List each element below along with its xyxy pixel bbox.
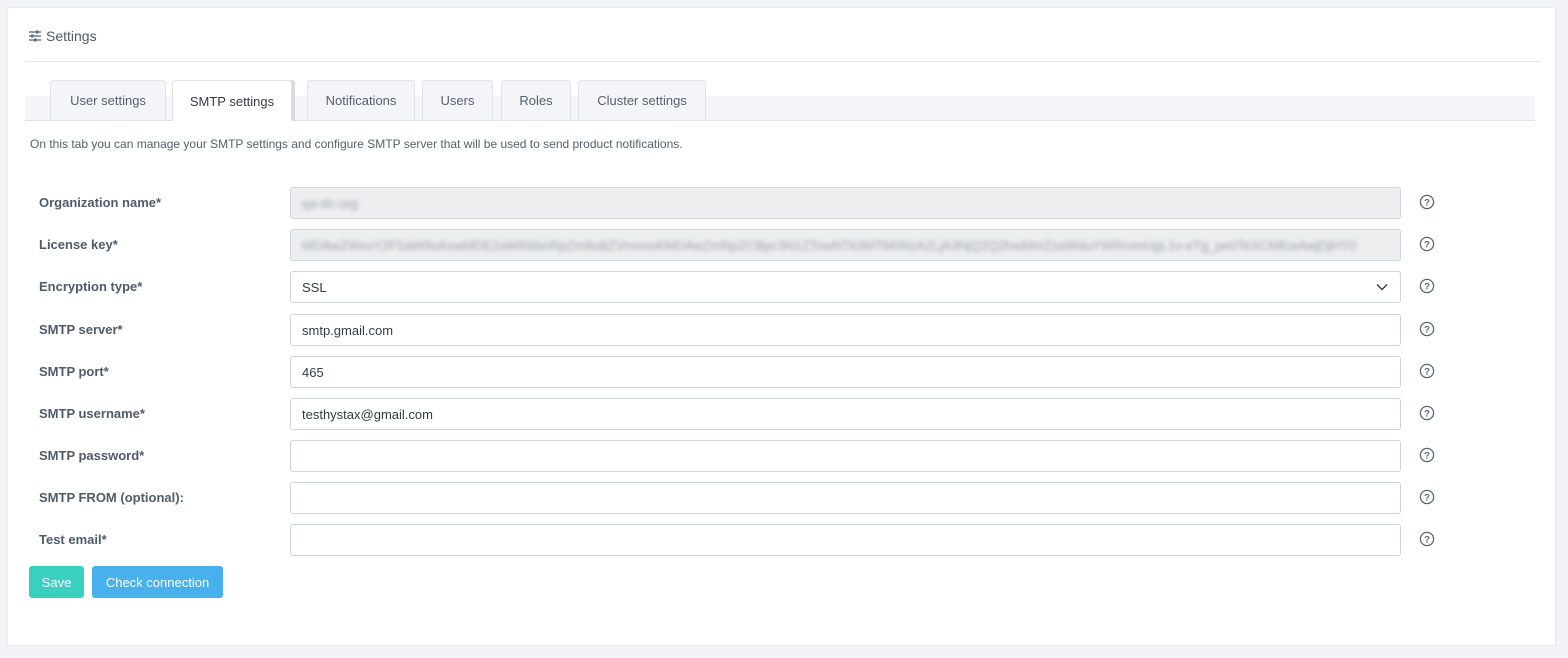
svg-text:?: ? <box>1424 450 1430 461</box>
encryption-type-select[interactable]: SSL <box>290 271 1401 303</box>
form-row-smtp-password: SMTP password* ? <box>8 440 1555 472</box>
help-icon[interactable]: ? <box>1419 531 1435 547</box>
sliders-icon <box>29 30 41 42</box>
organization-name-label: Organization name* <box>39 195 162 210</box>
help-icon[interactable]: ? <box>1419 278 1435 294</box>
help-icon[interactable]: ? <box>1419 405 1435 421</box>
encryption-type-value: SSL <box>302 279 327 295</box>
tab-roles[interactable]: Roles <box>501 80 571 120</box>
chevron-down-icon <box>1376 284 1388 291</box>
svg-text:?: ? <box>1424 324 1430 335</box>
help-icon[interactable]: ? <box>1419 236 1435 252</box>
svg-text:?: ? <box>1424 534 1430 545</box>
tab-cluster-settings[interactable]: Cluster settings <box>578 80 706 120</box>
smtp-password-label: SMTP password* <box>39 448 145 463</box>
help-icon[interactable]: ? <box>1419 447 1435 463</box>
license-key-field: MDAwZWxvY2F5aW9uAswMDE2aWR6bnRpZm9uBZVrv… <box>290 229 1401 261</box>
svg-text:?: ? <box>1424 492 1430 503</box>
tab-smtp-settings[interactable]: SMTP settings <box>172 80 292 121</box>
save-button[interactable]: Save <box>29 566 84 598</box>
smtp-password-input[interactable] <box>290 440 1401 472</box>
organization-name-field: qa-dc-org <box>290 187 1401 219</box>
page-title: Settings <box>46 28 97 44</box>
form-row-organization-name: Organization name* qa-dc-org ? <box>8 187 1555 219</box>
smtp-username-label: SMTP username* <box>39 406 145 421</box>
svg-text:?: ? <box>1424 408 1430 419</box>
encryption-type-label: Encryption type* <box>39 279 143 294</box>
tab-user-settings[interactable]: User settings <box>50 80 166 120</box>
svg-text:?: ? <box>1424 366 1430 377</box>
tab-description: On this tab you can manage your SMTP set… <box>30 137 683 151</box>
test-email-label: Test email* <box>39 532 107 547</box>
smtp-port-label: SMTP port* <box>39 364 109 379</box>
help-icon[interactable]: ? <box>1419 321 1435 337</box>
form-row-encryption-type: Encryption type* SSL ? <box>8 271 1555 303</box>
help-icon[interactable]: ? <box>1419 489 1435 505</box>
page-header: Settings <box>28 28 97 44</box>
license-key-label: License key* <box>39 237 118 252</box>
tab-notifications[interactable]: Notifications <box>307 80 415 120</box>
help-icon[interactable]: ? <box>1419 363 1435 379</box>
form-row-smtp-username: SMTP username* ? <box>8 398 1555 430</box>
license-key-value: MDAwZWxvY2F5aW9uAswMDE2aWR6bnRpZm9uBZVrv… <box>302 237 1357 253</box>
form-row-smtp-server: SMTP server* ? <box>8 314 1555 346</box>
help-icon[interactable]: ? <box>1419 194 1435 210</box>
header-divider <box>25 61 1541 62</box>
smtp-server-label: SMTP server* <box>39 322 123 337</box>
settings-panel: Settings User settings SMTP settings Not… <box>7 7 1556 646</box>
svg-text:?: ? <box>1424 281 1430 292</box>
smtp-from-label: SMTP FROM (optional): <box>39 490 184 505</box>
smtp-port-input[interactable] <box>290 356 1401 388</box>
test-email-input[interactable] <box>290 524 1401 556</box>
form-row-smtp-port: SMTP port* ? <box>8 356 1555 388</box>
smtp-username-input[interactable] <box>290 398 1401 430</box>
smtp-server-input[interactable] <box>290 314 1401 346</box>
form-row-smtp-from: SMTP FROM (optional): ? <box>8 482 1555 514</box>
form-row-test-email: Test email* ? <box>8 524 1555 556</box>
tab-users[interactable]: Users <box>422 80 493 120</box>
smtp-from-input[interactable] <box>290 482 1401 514</box>
organization-name-value: qa-dc-org <box>302 195 358 211</box>
svg-text:?: ? <box>1424 239 1430 250</box>
svg-text:?: ? <box>1424 197 1430 208</box>
form-row-license-key: License key* MDAwZWxvY2F5aW9uAswMDE2aWR6… <box>8 229 1555 261</box>
check-connection-button[interactable]: Check connection <box>92 566 223 598</box>
